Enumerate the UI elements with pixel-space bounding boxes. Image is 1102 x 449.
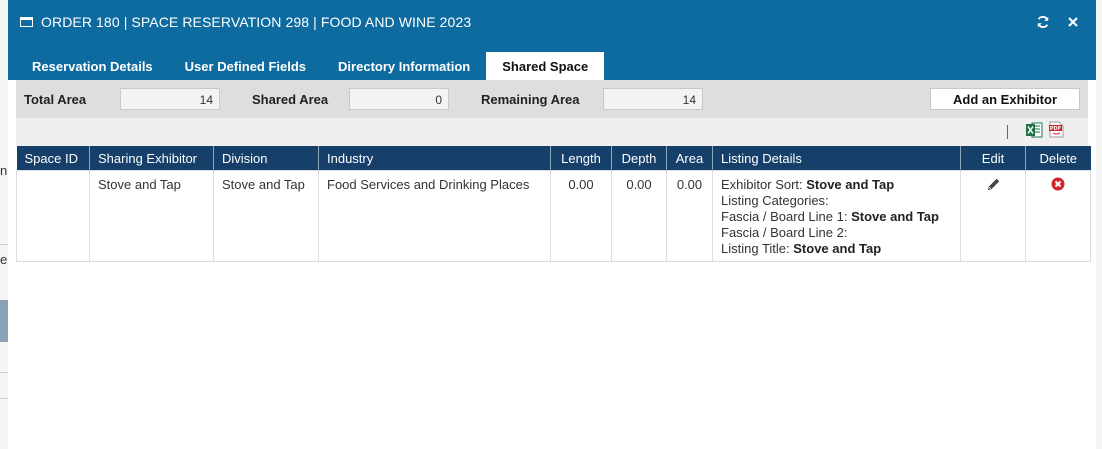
tab-bar: Reservation Details User Defined Fields … <box>8 44 1096 80</box>
tab-directory-information[interactable]: Directory Information <box>322 52 486 80</box>
listing-title-label: Listing Title: <box>721 241 794 256</box>
total-area-label: Total Area <box>24 91 87 107</box>
tab-user-defined-fields[interactable]: User Defined Fields <box>169 52 322 80</box>
table-row: Stove and Tap Stove and Tap Food Service… <box>16 170 1091 262</box>
tab-shared-space[interactable]: Shared Space <box>486 52 605 80</box>
total-area-field[interactable]: 14 <box>120 88 220 110</box>
background-app-right <box>1096 0 1102 449</box>
listing-categories-label: Listing Categories: <box>721 193 829 208</box>
shared-area-field[interactable]: 0 <box>349 88 449 110</box>
cell-delete <box>1025 170 1091 262</box>
background-divider <box>0 244 8 245</box>
pencil-icon[interactable] <box>986 177 1001 196</box>
refresh-icon[interactable] <box>1032 11 1054 33</box>
col-division[interactable]: Division <box>213 146 319 171</box>
listing-fascia-1-value: Stove and Tap <box>851 209 939 224</box>
background-text: e <box>0 252 8 267</box>
background-app: n e <box>0 0 8 449</box>
title-bar: ORDER 180 | SPACE RESERVATION 298 | FOOD… <box>8 0 1096 44</box>
remaining-area-field[interactable]: 14 <box>603 88 703 110</box>
cell-sharing-exhibitor: Stove and Tap <box>89 170 214 262</box>
listing-sort-label: Exhibitor Sort: <box>721 177 807 192</box>
add-exhibitor-button[interactable]: Add an Exhibitor <box>930 88 1080 110</box>
listing-sort-value: Stove and Tap <box>806 177 895 192</box>
col-length[interactable]: Length <box>550 146 612 171</box>
col-space-id[interactable]: Space ID <box>16 146 90 171</box>
shared-area-label: Shared Area <box>252 91 329 107</box>
export-toolbar: PDF <box>16 118 1088 146</box>
col-industry[interactable]: Industry <box>318 146 551 171</box>
close-icon[interactable] <box>1062 11 1084 33</box>
pdf-icon-label: PDF <box>1050 126 1061 132</box>
tab-content: Total Area 14 Shared Area 0 Remaining Ar… <box>8 80 1096 262</box>
excel-export-icon[interactable] <box>1026 122 1043 143</box>
listing-fascia-1-label: Fascia / Board Line 1: <box>721 209 852 224</box>
listing-title-value: Stove and Tap <box>793 241 882 256</box>
col-edit: Edit <box>960 146 1026 171</box>
cell-industry: Food Services and Drinking Places <box>318 170 551 262</box>
area-summary: Total Area 14 Shared Area 0 Remaining Ar… <box>16 80 1088 118</box>
background-block <box>0 300 8 342</box>
cell-space-id <box>16 170 90 262</box>
toolbar-separator <box>1007 125 1008 139</box>
cell-area: 0.00 <box>666 170 713 262</box>
col-listing-details[interactable]: Listing Details <box>712 146 961 171</box>
cell-division: Stove and Tap <box>213 170 319 262</box>
remaining-area-label: Remaining Area <box>481 91 580 107</box>
background-text: n <box>0 163 8 178</box>
table-header-row: Space ID Sharing Exhibitor Division Indu… <box>16 146 1091 171</box>
delete-icon[interactable] <box>1051 177 1065 195</box>
background-divider <box>0 372 8 373</box>
listing-title: Listing Title: Stove and Tap <box>721 241 952 257</box>
cell-listing-details: Exhibitor Sort: Stove and Tap Listing Ca… <box>712 170 961 262</box>
cell-length: 0.00 <box>550 170 612 262</box>
col-delete: Delete <box>1025 146 1091 171</box>
cell-depth: 0.00 <box>611 170 667 262</box>
pdf-export-icon[interactable]: PDF <box>1049 121 1064 143</box>
listing-sort: Exhibitor Sort: Stove and Tap <box>721 177 952 193</box>
col-area[interactable]: Area <box>666 146 713 171</box>
shared-space-table: Space ID Sharing Exhibitor Division Indu… <box>16 146 1091 262</box>
col-sharing-exhibitor[interactable]: Sharing Exhibitor <box>89 146 214 171</box>
window-title: ORDER 180 | SPACE RESERVATION 298 | FOOD… <box>41 14 472 30</box>
background-divider <box>0 398 8 399</box>
dialog-window: ORDER 180 | SPACE RESERVATION 298 | FOOD… <box>8 0 1096 449</box>
tab-reservation-details[interactable]: Reservation Details <box>16 52 169 80</box>
cell-edit <box>960 170 1026 262</box>
listing-fascia-1: Fascia / Board Line 1: Stove and Tap <box>721 209 952 225</box>
col-depth[interactable]: Depth <box>611 146 667 171</box>
window-icon <box>20 17 33 27</box>
listing-fascia-2-label: Fascia / Board Line 2: <box>721 225 848 240</box>
